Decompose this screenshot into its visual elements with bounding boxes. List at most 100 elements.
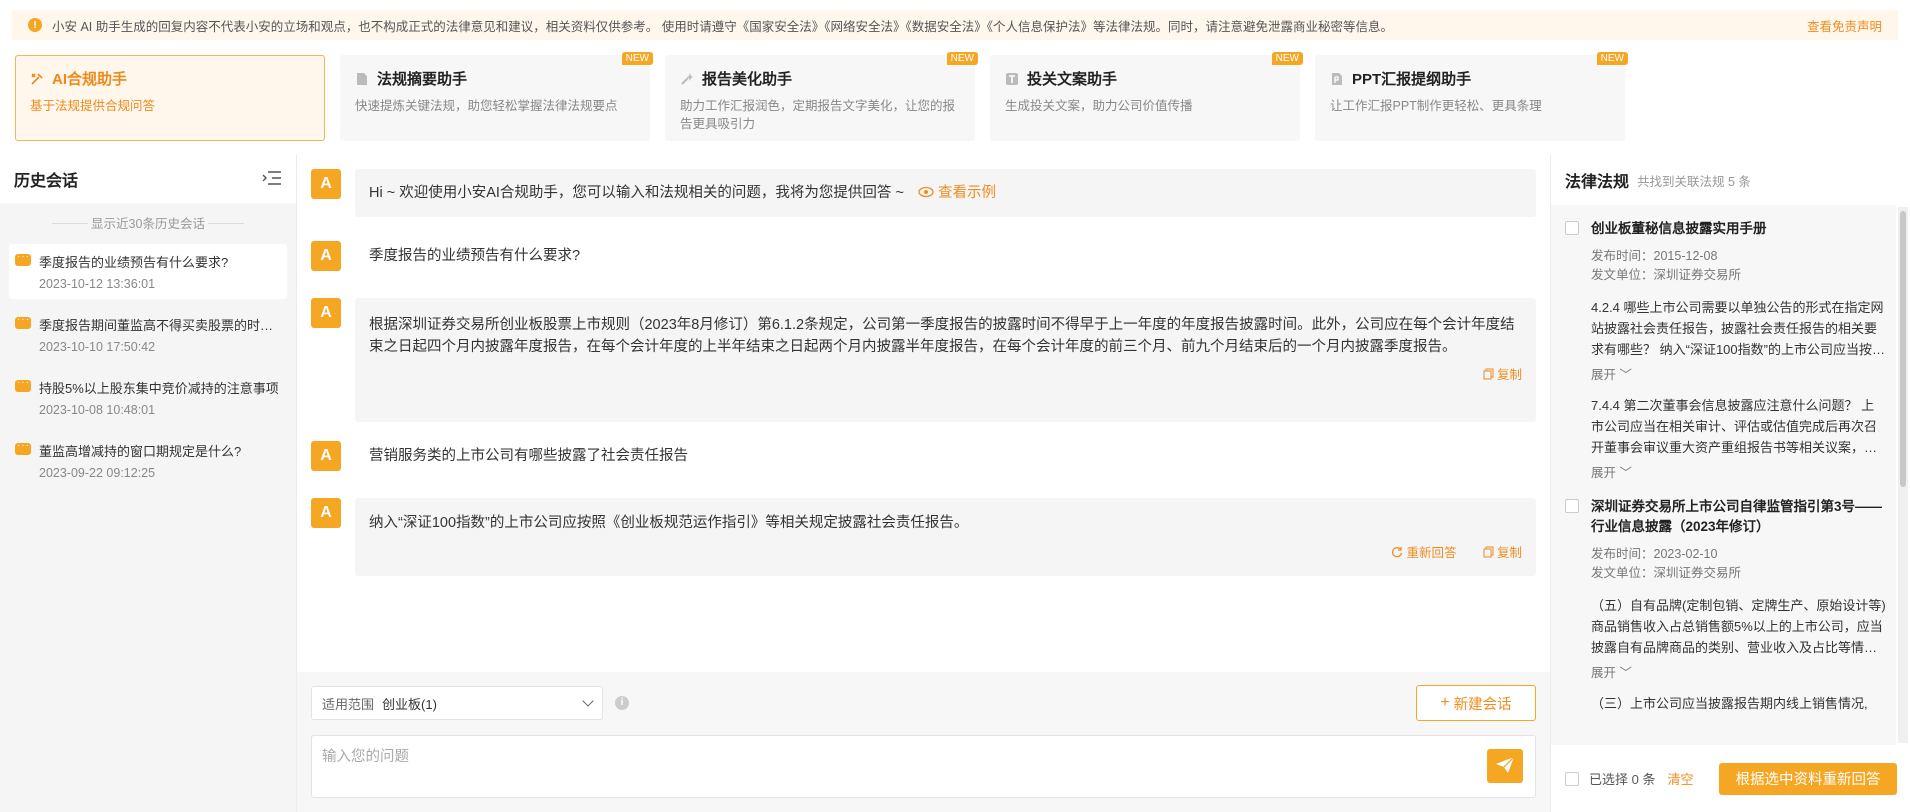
- view-example-link[interactable]: 查看示例: [918, 182, 996, 204]
- law-title[interactable]: 创业板董秘信息披露实用手册: [1591, 219, 1767, 239]
- tool-desc: 快速提炼关键法规，助您轻松掌握法律法规要点: [355, 99, 618, 113]
- law-meta: 发布时间：2015-12-08 发文单位：深圳证券交易所: [1565, 247, 1886, 285]
- regenerate-with-selected-button[interactable]: 根据选中资料重新回答: [1719, 762, 1897, 795]
- expand-button[interactable]: 展开 ﹀: [1565, 662, 1886, 681]
- tool-title: AI合规助手: [52, 71, 128, 88]
- eye-icon: [918, 185, 938, 201]
- law-date: 2023-02-10: [1653, 547, 1718, 561]
- laws-header: 法律法规 共找到关联法规 5 条: [1551, 155, 1910, 205]
- expand-label: 展开: [1591, 368, 1617, 382]
- copy-label: 复制: [1496, 368, 1522, 382]
- question-input[interactable]: [322, 742, 1422, 772]
- copy-button[interactable]: 复制: [1483, 364, 1522, 386]
- history-panel: 历史会话 显示近30条历史会话 季度报告的业绩预告有什么要求? 2023-10-…: [0, 155, 297, 812]
- history-question: 季度报告期间董监高不得买卖股票的时间是什么?: [39, 318, 279, 333]
- law-checkbox[interactable]: [1565, 221, 1579, 235]
- chevron-down-icon: ﹀: [1619, 368, 1633, 382]
- clear-button[interactable]: 清空: [1667, 769, 1693, 788]
- law-excerpt: （五）自有品牌(定制包销、定牌生产、原始设计等)商品销售收入占总销售额5%以上的…: [1591, 598, 1886, 655]
- chat-area: A Hi ~ 欢迎使用小安AI合规助手，您可以输入和法规相关的问题，我将为您提供…: [297, 155, 1550, 812]
- expand-label: 展开: [1591, 466, 1617, 480]
- tool-desc: 让工作汇报PPT制作更轻松、更具条理: [1330, 99, 1542, 113]
- user-message: A 季度报告的业绩预告有什么要求?: [311, 241, 580, 271]
- scope-select[interactable]: 适用范围 创业板(1): [311, 686, 603, 720]
- history-time: 2023-10-10 17:50:42: [39, 340, 156, 354]
- history-item[interactable]: 季度报告的业绩预告有什么要求? 2023-10-12 13:36:01: [9, 244, 287, 299]
- select-all-checkbox[interactable]: [1565, 771, 1579, 786]
- ppt-file-icon: [1330, 72, 1344, 86]
- tool-desc: 基于法规提供合规问答: [30, 99, 156, 113]
- history-item[interactable]: 季度报告期间董监高不得买卖股票的时间是什么? 2023-10-10 17:50:…: [9, 307, 287, 362]
- user-avatar: A: [311, 441, 341, 471]
- refresh-icon: [1391, 546, 1406, 560]
- history-item[interactable]: 董监高增减持的窗口期规定是什么? 2023-09-22 09:12:25: [9, 433, 287, 488]
- chat-bubble-icon: [15, 314, 31, 329]
- org-label: 发文单位：: [1591, 566, 1654, 580]
- laws-scrollbar[interactable]: [1898, 207, 1908, 743]
- history-subtitle: 显示近30条历史会话: [0, 213, 296, 232]
- user-question: 营销服务类的上市公司有哪些披露了社会责任报告: [369, 448, 688, 464]
- regenerate-label: 重新回答: [1406, 546, 1457, 560]
- tool-card-regulation-summary[interactable]: NEW 法规摘要助手 快速提炼关键法规，助您轻松掌握法律法规要点: [340, 52, 653, 141]
- question-input-box: [311, 735, 1536, 798]
- info-icon[interactable]: i: [615, 696, 629, 710]
- assistant-avatar: A: [311, 498, 341, 528]
- law-checkbox[interactable]: [1565, 499, 1579, 513]
- tool-desc: 生成投关文案，助力公司价值传播: [1005, 99, 1193, 113]
- disclaimer-text: 小安 AI 助手生成的回复内容不代表小安的立场和观点，也不构成正式的法律意见和建…: [52, 19, 1393, 34]
- answer-text: 根据深圳证券交易所创业板股票上市规则（2023年8月修订）第6.1.2条规定，公…: [369, 317, 1515, 355]
- law-entry: 创业板董秘信息披露实用手册 发布时间：2015-12-08 发文单位：深圳证券交…: [1565, 219, 1886, 481]
- expand-button[interactable]: 展开 ﹀: [1565, 364, 1886, 383]
- info-icon: !: [28, 18, 42, 32]
- plus-icon: +: [1440, 694, 1450, 711]
- history-item[interactable]: 持股5%以上股东集中竞价减持的注意事项 2023-10-08 10:48:01: [9, 370, 287, 425]
- law-entry: 深圳证券交易所上市公司自律监管指引第3号——行业信息披露（2023年修订） 发布…: [1565, 497, 1886, 714]
- tool-title: PPT汇报提纲助手: [1352, 71, 1472, 88]
- tool-card-ir-copywriting[interactable]: NEW 投关文案助手 生成投关文案，助力公司价值传播: [990, 52, 1303, 141]
- law-excerpt: 7.4.4 第二次董事会信息披露应注意什么问题？ 上市公司应当在相关审计、评估或…: [1591, 398, 1878, 455]
- tool-card-ppt-outline[interactable]: NEW PPT汇报提纲助手 让工作汇报PPT制作更轻松、更具条理: [1315, 52, 1628, 141]
- disclaimer-notice-bar: ! 小安 AI 助手生成的回复内容不代表小安的立场和观点，也不构成正式的法律意见…: [12, 10, 1898, 40]
- laws-panel: 法律法规 共找到关联法规 5 条 创业板董秘信息披露实用手册 发布时间：2015…: [1550, 155, 1910, 812]
- law-date: 2015-12-08: [1653, 249, 1718, 263]
- scrollbar-thumb[interactable]: [1900, 211, 1906, 487]
- history-question: 董监高增减持的窗口期规定是什么?: [39, 444, 242, 459]
- welcome-text: Hi ~ 欢迎使用小安AI合规助手，您可以输入和法规相关的问题，我将为您提供回答…: [369, 185, 904, 201]
- laws-list: 创业板董秘信息披露实用手册 发布时间：2015-12-08 发文单位：深圳证券交…: [1551, 205, 1896, 745]
- copy-button[interactable]: 复制: [1483, 542, 1522, 564]
- chat-input-area: 适用范围 创业板(1) i + 新建会话: [297, 672, 1550, 812]
- expand-label: 展开: [1591, 666, 1617, 680]
- assistant-tools: AI合规助手 基于法规提供合规问答 NEW 法规摘要助手 快速提炼关键法规，助您…: [15, 52, 1628, 141]
- chevron-down-icon: [582, 695, 594, 707]
- tool-card-ai-compliance[interactable]: AI合规助手 基于法规提供合规问答: [15, 55, 325, 141]
- history-question: 季度报告的业绩预告有什么要求?: [39, 255, 229, 270]
- send-button[interactable]: [1487, 749, 1523, 783]
- tool-title: 报告美化助手: [702, 71, 793, 88]
- chevron-down-icon: ﹀: [1619, 466, 1633, 480]
- law-meta: 发布时间：2023-02-10 发文单位：深圳证券交易所: [1565, 545, 1886, 583]
- assistant-answer: A 根据深圳证券交易所创业板股票上市规则（2023年8月修订）第6.1.2条规定…: [311, 298, 1536, 422]
- copy-label: 复制: [1496, 546, 1522, 560]
- date-label: 发布时间：: [1591, 249, 1654, 263]
- assistant-answer: A 纳入“深证100指数”的上市公司应按照《创业板规范运作指引》等相关规定披露社…: [311, 498, 1536, 576]
- history-time: 2023-09-22 09:12:25: [39, 466, 156, 480]
- tool-title: 投关文案助手: [1027, 71, 1118, 88]
- new-badge: NEW: [1271, 52, 1303, 65]
- assistant-avatar: A: [311, 298, 341, 328]
- view-example-label: 查看示例: [937, 185, 996, 201]
- text-icon: [1005, 72, 1019, 86]
- regenerate-button[interactable]: 重新回答: [1391, 542, 1457, 564]
- new-chat-label: 新建会话: [1453, 696, 1512, 713]
- view-disclaimer-link[interactable]: 查看免责声明: [1807, 16, 1882, 35]
- expand-button[interactable]: 展开 ﹀: [1565, 462, 1886, 481]
- tool-desc: 助力工作汇报润色，定期报告文字美化，让您的报告更具吸引力: [680, 99, 956, 131]
- history-question: 持股5%以上股东集中竞价减持的注意事项: [39, 381, 279, 396]
- assistant-avatar: A: [311, 169, 341, 199]
- tool-card-report-beautify[interactable]: NEW 报告美化助手 助力工作汇报润色，定期报告文字美化，让您的报告更具吸引力: [665, 52, 978, 141]
- history-header: 历史会话: [0, 155, 296, 203]
- selected-count: 已选择 0 条: [1589, 772, 1656, 787]
- chat-bubble-icon: [15, 440, 31, 455]
- law-title[interactable]: 深圳证券交易所上市公司自律监管指引第3号——行业信息披露（2023年修订）: [1591, 497, 1886, 537]
- new-chat-button[interactable]: + 新建会话: [1416, 685, 1536, 721]
- collapse-menu-icon[interactable]: [262, 170, 282, 189]
